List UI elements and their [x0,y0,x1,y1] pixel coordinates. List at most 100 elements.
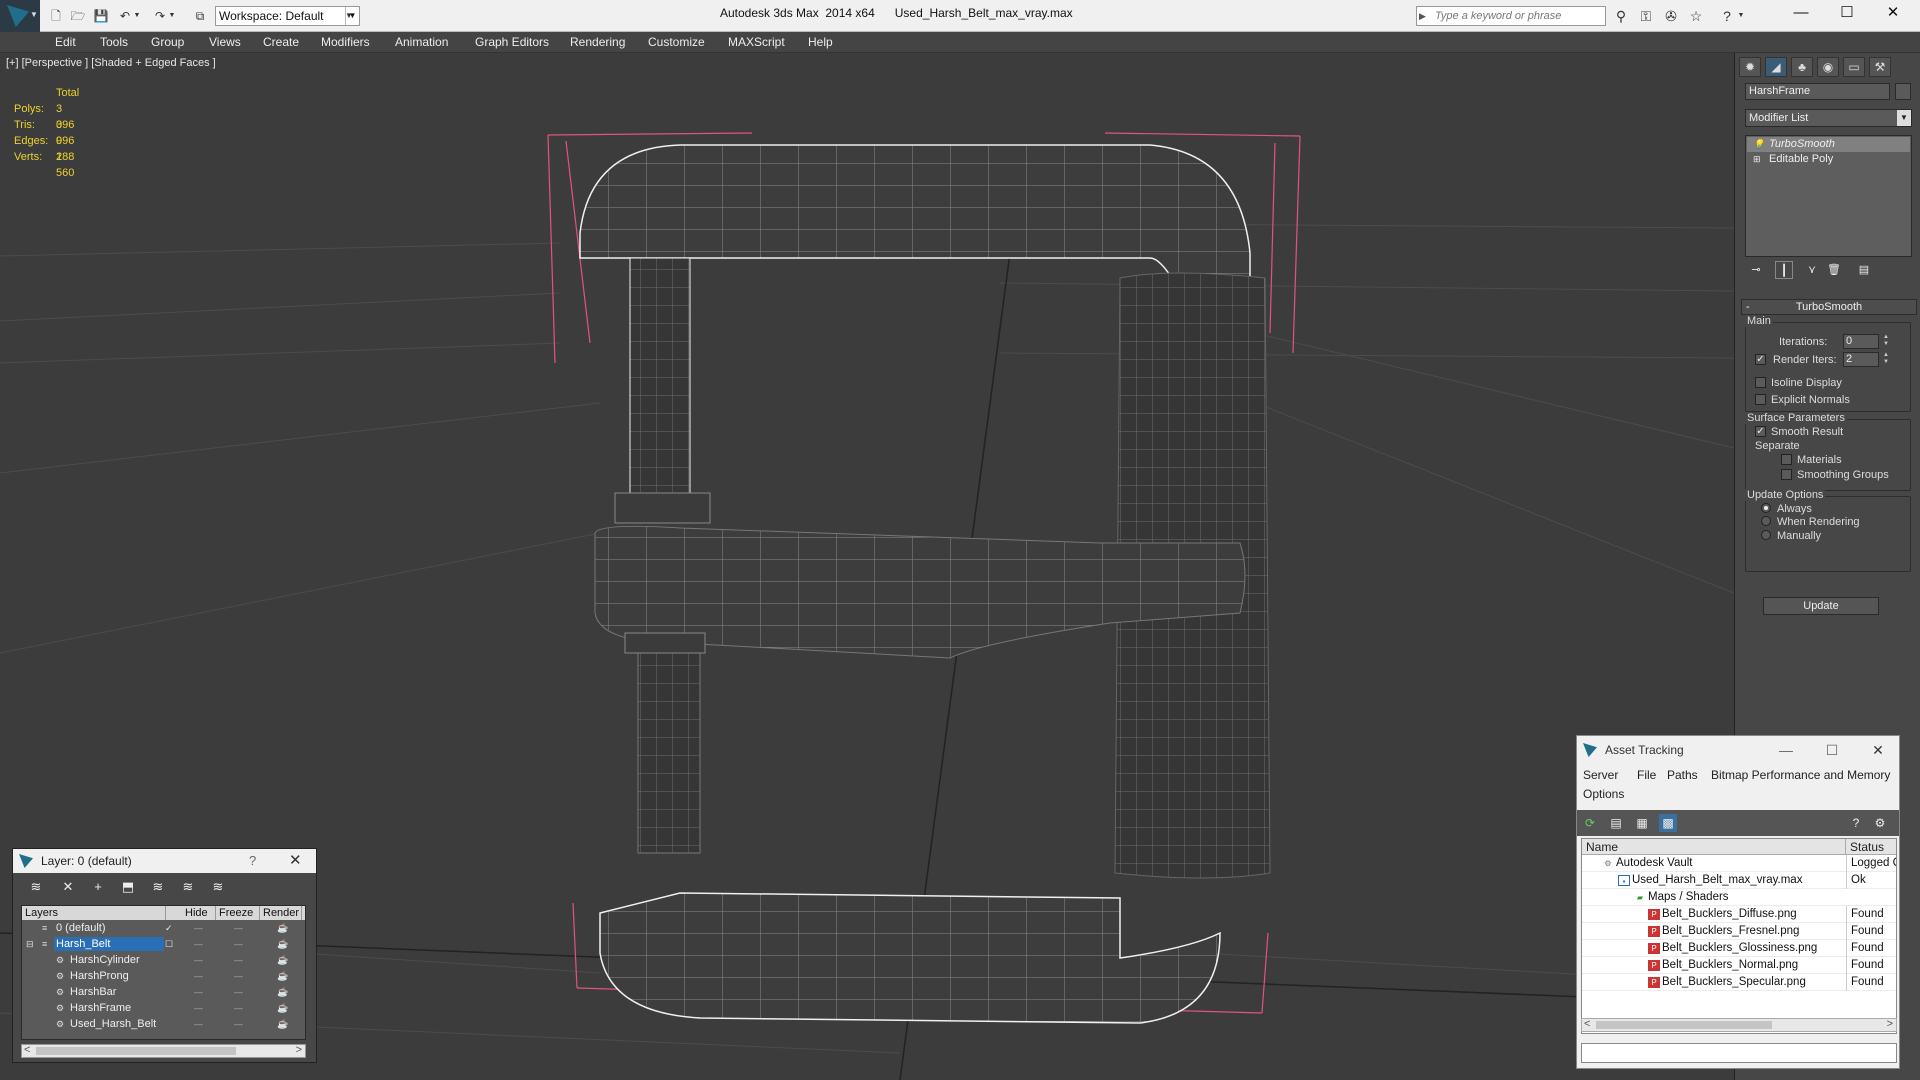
render-teapot-icon[interactable]: ☕ [277,952,288,968]
search-expand-icon[interactable]: ▶ [1419,7,1426,25]
remove-modifier-icon[interactable]: 🗑 [1825,261,1843,279]
viewport-label[interactable]: [+] [Perspective ] [Shaded + Edged Faces… [6,57,216,69]
minimize-button[interactable]: — [1778,0,1824,26]
asset-row-png[interactable]: P Belt_Bucklers_Diffuse.png Found [1582,906,1896,923]
smoothing-groups-checkbox[interactable] [1781,469,1792,480]
add-to-layer-icon[interactable]: + [89,878,107,896]
asset-row-vault[interactable]: ⚙ Autodesk Vault Logged C [1582,855,1896,872]
scroll-left-arrow[interactable]: < [1584,1018,1590,1030]
freeze-toggle[interactable]: — [234,984,243,1000]
menu-tools[interactable]: Tools [100,35,128,49]
menu-edit[interactable]: Edit [55,35,76,49]
explicit-normals-checkbox[interactable] [1755,394,1766,405]
menu-file[interactable]: File [1637,768,1656,782]
show-end-result-icon[interactable]: ┃ [1775,261,1793,279]
render-teapot-icon[interactable]: ☕ [277,984,288,1000]
maximize-button[interactable]: ☐ [1809,736,1855,764]
freeze-toggle[interactable]: — [234,1016,243,1032]
freeze-toggle[interactable]: — [234,936,243,952]
layer-row-object[interactable]: ⚙ HarshProng — — ☕ [22,968,305,984]
column-hide[interactable]: Hide [182,906,216,920]
turbosmooth-rollout-header[interactable]: - TurboSmooth [1741,299,1917,315]
redo-icon[interactable]: ↷ [152,8,168,24]
utilities-tab-icon[interactable]: ⚒ [1869,57,1891,77]
render-iters-input[interactable]: 2 [1843,352,1879,367]
layer-row-object[interactable]: ⚙ HarshBar — — ☕ [22,984,305,1000]
menu-rendering[interactable]: Rendering [570,35,625,49]
help-dropdown-icon[interactable]: ▼ [1736,7,1746,25]
undo-icon[interactable]: ↶ [117,8,133,24]
list-view-icon[interactable]: ▤ [1607,814,1625,832]
column-status[interactable]: Status [1846,839,1896,855]
help-icon[interactable]: ? [1847,814,1865,832]
search-input[interactable]: ▶ Type a keyword or phrase [1416,6,1606,26]
menu-create[interactable]: Create [263,35,299,49]
manually-radio[interactable] [1761,530,1771,540]
object-color-swatch[interactable] [1895,83,1911,100]
stack-item-turbosmooth[interactable]: 💡 TurboSmooth [1747,137,1910,152]
layer-row-object[interactable]: ⚙ Used_Harsh_Belt — — ☕ [22,1016,305,1032]
freeze-toggle[interactable]: — [234,968,243,984]
always-radio[interactable] [1761,503,1771,513]
new-layer-icon[interactable]: ≋ [27,878,45,896]
qa-options-icon[interactable]: ▼ [344,8,354,24]
stack-item-editable-poly[interactable]: ⊞ Editable Poly [1747,152,1910,167]
close-button[interactable]: ✕ [289,849,302,873]
maximize-button[interactable]: ☐ [1824,0,1870,26]
menu-server[interactable]: Server [1583,768,1618,782]
display-tab-icon[interactable]: ▭ [1843,57,1865,77]
layer-window-titlebar[interactable]: Layer: 0 (default) ? ✕ [13,849,316,873]
render-teapot-icon[interactable]: ☕ [277,1000,288,1016]
column-freeze[interactable]: Freeze [216,906,260,920]
object-name-field[interactable]: HarshFrame [1745,83,1890,100]
open-file-icon[interactable]: 🗁 [70,8,86,24]
redo-dropdown-icon[interactable]: ▼ [168,8,176,24]
when-rendering-radio[interactable] [1761,516,1771,526]
render-teapot-icon[interactable]: ☕ [277,968,288,984]
scroll-right-arrow[interactable]: > [1887,1018,1893,1030]
settings-icon[interactable]: ⚙ [1871,814,1889,832]
scroll-right-arrow[interactable]: > [296,1044,302,1056]
freeze-toggle[interactable]: — [234,952,243,968]
render-iters-spinner[interactable]: ▲ ▼ [1882,352,1890,367]
materials-checkbox[interactable] [1781,454,1792,465]
hide-toggle[interactable]: — [194,1016,203,1032]
help-icon[interactable]: ? [1718,7,1736,25]
thumbnail-view-icon[interactable]: ▦ [1633,814,1651,832]
hide-toggle[interactable]: — [194,968,203,984]
column-name[interactable]: Name [1582,839,1846,855]
hide-all-layers-icon[interactable]: ≋ [179,878,197,896]
hide-toggle[interactable]: — [194,920,203,936]
create-tab-icon[interactable]: ✹ [1739,57,1761,77]
scroll-left-arrow[interactable]: < [24,1044,30,1056]
project-folder-icon[interactable]: ⧉ [192,8,208,24]
delete-layer-icon[interactable]: ✕ [59,878,77,896]
save-file-icon[interactable]: 💾 [93,8,109,24]
menu-paths[interactable]: Paths [1667,768,1698,782]
column-c[interactable]: C [302,906,305,920]
pin-stack-icon[interactable]: ⊸ [1747,261,1765,279]
horizontal-scrollbar[interactable]: < > [21,1044,306,1058]
menu-views[interactable]: Views [209,35,241,49]
undo-dropdown-icon[interactable]: ▼ [133,8,141,24]
scrollbar-thumb[interactable] [36,1047,236,1055]
layer-row-default[interactable]: ≡ 0 (default) ✓ — — ☕ [22,920,305,936]
asset-row-png[interactable]: P Belt_Bucklers_Normal.png Found [1582,957,1896,974]
make-active-box-icon[interactable]: ☐ [165,936,173,952]
select-objects-icon[interactable]: ⬒ [119,878,137,896]
iterations-spinner[interactable]: ▲ ▼ [1882,334,1890,349]
make-unique-icon[interactable]: ⋎ [1803,261,1821,279]
table-view-icon[interactable]: ▩ [1659,814,1677,832]
render-teapot-icon[interactable]: ☕ [277,920,288,936]
lightbulb-icon[interactable]: 💡 [1753,137,1764,152]
menu-bitmap-performance[interactable]: Bitmap Performance and Memory [1711,768,1890,782]
freeze-all-layers-icon[interactable]: ≋ [209,878,227,896]
smooth-result-checkbox[interactable]: ✓ [1755,426,1766,437]
menu-customize[interactable]: Customize [648,35,705,49]
modify-tab-icon[interactable]: ◢ [1765,57,1787,77]
layer-row-harsh-belt[interactable]: ⊟ ≡ Harsh_Belt ☐ — — ☕ [22,936,305,952]
binoculars-icon[interactable]: ⚲ [1612,7,1630,25]
favorites-star-icon[interactable]: ☆ [1687,7,1705,25]
hide-toggle[interactable]: — [194,1000,203,1016]
close-button[interactable]: ✕ [1855,736,1901,764]
